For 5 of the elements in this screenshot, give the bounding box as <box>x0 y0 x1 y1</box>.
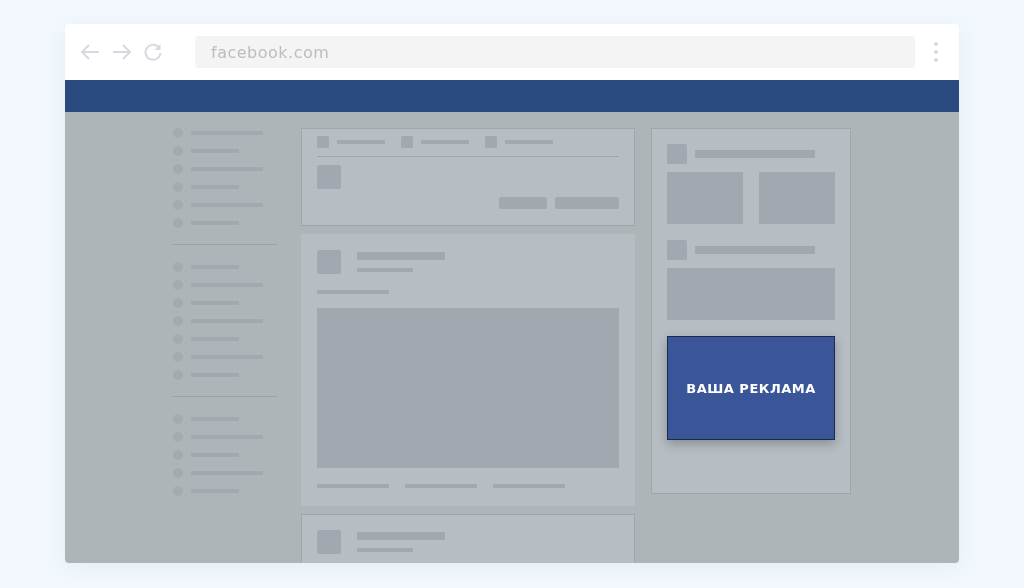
back-icon[interactable] <box>79 43 101 61</box>
forward-icon[interactable] <box>111 43 133 61</box>
ad-banner[interactable]: ВАША РЕКЛАМА <box>667 336 835 440</box>
reload-icon[interactable] <box>143 42 163 62</box>
menu-icon[interactable] <box>933 41 939 63</box>
